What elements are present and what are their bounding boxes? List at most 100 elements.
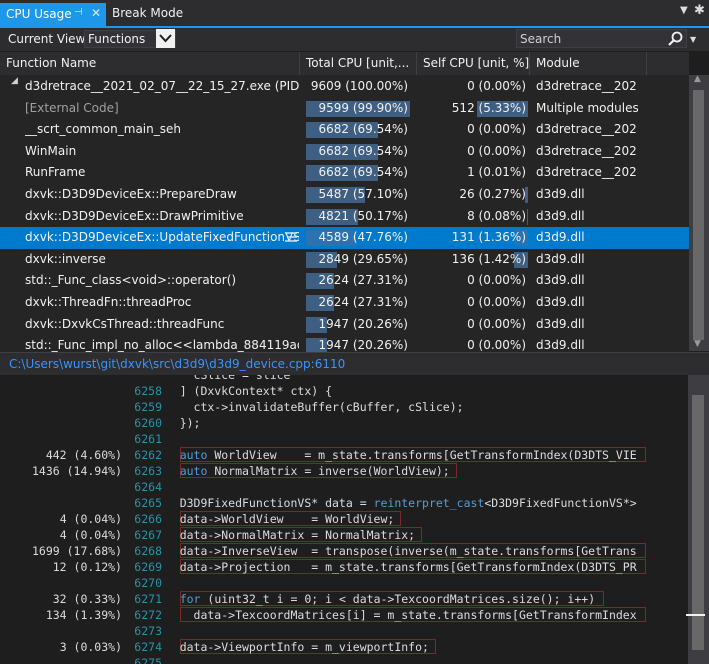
- self-cpu-value: 0 (0.00%): [467, 338, 526, 352]
- table-row[interactable]: ◢ d3dretrace__2021_02_07__22_15_27.exe (P…: [0, 76, 689, 98]
- table-row[interactable]: dxvk::ThreadFn::threadProc 2624 (27.31%) 0…: [0, 292, 689, 314]
- self-cpu-value: 0 (0.00%): [467, 122, 526, 137]
- search-icon[interactable]: [668, 31, 684, 47]
- total-cpu-cell: 1947 (20.26%): [306, 335, 410, 352]
- line-cpu-metric: 4 (0.04%): [59, 528, 122, 542]
- self-cpu-value: 1 (0.01%): [467, 165, 526, 180]
- column-header-self-cpu[interactable]: Self CPU [unit, %]: [417, 52, 530, 75]
- expand-triangle-icon[interactable]: ◢: [11, 76, 18, 86]
- code-line[interactable]: 6258 ] (DxvkContext* ctx) {: [0, 383, 688, 399]
- total-cpu-value: 4589 (47.76%): [318, 230, 408, 245]
- table-scrollbar-thumb[interactable]: [693, 90, 704, 340]
- total-cpu-cell: 5487 (57.10%): [306, 184, 410, 205]
- line-number: 6270: [134, 576, 162, 590]
- chevron-down-icon: [159, 34, 172, 43]
- table-row[interactable]: WinMain 6682 (69.54%) 0 (0.00%) d3dretrace_…: [0, 141, 689, 163]
- total-cpu-cell: 4821 (50.17%): [306, 206, 410, 227]
- search-options-icon[interactable]: ▼: [690, 35, 696, 44]
- code-line[interactable]: 6260 });: [0, 415, 688, 431]
- function-name: dxvk::D3D9DeviceEx::PrepareDraw: [25, 187, 237, 201]
- code-scrollbar-thumb[interactable]: [692, 395, 704, 650]
- function-table: Function Name Total CPU [unit,... Self C…: [0, 52, 689, 352]
- scroll-up-icon[interactable]: ▲: [694, 74, 701, 84]
- code-line[interactable]: 134 (1.39%) 6272 data->TexcoordMatrices[i…: [0, 607, 688, 623]
- function-name: WinMain: [25, 143, 77, 158]
- function-name: d3dretrace__2021_02_07__22_15_27.exe (PI…: [25, 79, 299, 93]
- code-line[interactable]: 1436 (14.94%) 6263 auto NormalMatrix = in…: [0, 463, 688, 479]
- code-text: ] (DxvkContext* ctx) {: [152, 384, 333, 398]
- scroll-down-icon[interactable]: ▼: [694, 339, 701, 349]
- table-row[interactable]: RunFrame 6682 (69.54%) 1 (0.01%) d3dretrace…: [0, 162, 689, 184]
- code-text: auto WorldView = m_state.transforms[GetT…: [179, 448, 637, 462]
- tab-cpu-usage[interactable]: CPU Usage ⊣ ✕: [0, 3, 106, 26]
- line-cpu-metric: 12 (0.12%): [52, 560, 122, 574]
- table-row[interactable]: dxvk::D3D9DeviceEx::UpdateFixedFunctionV…: [0, 227, 689, 249]
- column-header-function-name[interactable]: Function Name: [0, 52, 300, 75]
- total-cpu-value: 6682 (69.54%): [318, 143, 408, 158]
- self-cpu-cell: 136 (1.42%): [418, 249, 528, 270]
- table-row[interactable]: dxvk::DxvkCsThread::threadFunc 1947 (20.2…: [0, 314, 689, 336]
- code-line[interactable]: 442 (4.60%) 6262 auto WorldView = m_state…: [0, 447, 688, 463]
- code-line[interactable]: 6259 ctx->invalidateBuffer(cBuffer, cSli…: [0, 399, 688, 415]
- table-row[interactable]: __scrt_common_main_seh 6682 (69.54%) 0 (0.…: [0, 119, 689, 141]
- total-cpu-value: 9609 (100.00%): [310, 79, 408, 93]
- line-cpu-metric: 3 (0.03%): [59, 640, 122, 654]
- close-icon[interactable]: ✕: [91, 6, 101, 20]
- code-line[interactable]: 3 (0.03%) 6274 data->ViewportInfo = m_vie…: [0, 639, 688, 655]
- code-line[interactable]: 4 (0.04%) 6267 data->NormalMatrix = Norma…: [0, 527, 688, 543]
- total-cpu-cell: 6682 (69.54%): [306, 119, 410, 140]
- code-line[interactable]: 6265 D3D9FixedFunctionVS* data = reinter…: [0, 495, 688, 511]
- code-line[interactable]: 4 (0.04%) 6266 data->WorldView = WorldVie…: [0, 511, 688, 527]
- table-row[interactable]: dxvk::D3D9DeviceEx::PrepareDraw 5487 (57.…: [0, 184, 689, 206]
- code-text: data->WorldView = WorldView;: [152, 512, 395, 526]
- table-row[interactable]: std::_Func_impl_no_alloc<<lambda_884119a…: [0, 335, 689, 352]
- column-header-total-cpu[interactable]: Total CPU [unit,...: [300, 52, 417, 75]
- total-cpu-cell: 9609 (100.00%): [306, 76, 410, 97]
- code-line[interactable]: 6261: [0, 431, 688, 447]
- total-cpu-cell: 2624 (27.31%): [306, 270, 410, 291]
- chevron-down-icon[interactable]: ▼: [680, 5, 688, 16]
- total-cpu-value: 4821 (50.17%): [318, 208, 408, 223]
- line-cpu-metric: 4 (0.04%): [59, 512, 122, 526]
- table-row[interactable]: [External Code] 9599 (99.90%) 512 (5.33%) M…: [0, 98, 689, 120]
- self-cpu-cell: 0 (0.00%): [418, 292, 528, 313]
- table-row[interactable]: std::_Func_class<void>::operator() 2624 (…: [0, 270, 689, 292]
- code-line[interactable]: cSlice = slice: [0, 375, 688, 383]
- module-name: d3d9.dll: [536, 208, 585, 223]
- self-cpu-cell: 0 (0.00%): [418, 270, 528, 291]
- code-line[interactable]: 1699 (17.68%) 6268 data->InverseView = tr…: [0, 543, 688, 559]
- module-name: Multiple modules: [536, 100, 638, 115]
- total-cpu-value: 1947 (20.26%): [318, 316, 408, 331]
- source-lines-icon[interactable]: [285, 232, 297, 243]
- code-line[interactable]: 32 (0.33%) 6271 for (uint32_t i = 0; i < …: [0, 591, 688, 607]
- total-cpu-value: 5487 (57.10%): [318, 187, 408, 201]
- module-name: d3dretrace__2021...: [536, 165, 638, 180]
- line-cpu-metric: 134 (1.39%): [45, 608, 122, 622]
- code-text: data->ViewportInfo = m_viewportInfo;: [152, 640, 429, 654]
- code-line[interactable]: 12 (0.12%) 6269 data->Projection = m_stat…: [0, 559, 688, 575]
- code-text: });: [152, 416, 201, 430]
- self-cpu-cell: 0 (0.00%): [418, 141, 528, 162]
- source-code-view[interactable]: cSlice = slice 6258 ] (DxvkContext* ctx) …: [0, 375, 688, 664]
- current-view-dropdown-button[interactable]: [156, 29, 175, 48]
- module-name: d3d9.dll: [536, 316, 585, 331]
- module-name: d3d9.dll: [536, 295, 585, 309]
- column-header-module[interactable]: Module: [530, 52, 647, 75]
- pin-icon[interactable]: ⊣: [74, 7, 83, 18]
- code-line[interactable]: 6270: [0, 575, 688, 591]
- code-line[interactable]: 6264: [0, 479, 688, 495]
- tab-cpu-usage-label: CPU Usage: [6, 7, 72, 21]
- table-row[interactable]: dxvk::inverse 2849 (29.65%) 136 (1.42%) d3d…: [0, 249, 689, 271]
- code-text: ctx->invalidateBuffer(cBuffer, cSlice);: [152, 400, 464, 414]
- code-line[interactable]: 6273: [0, 623, 688, 639]
- source-path-link[interactable]: C:\Users\wurst\git\dxvk\src\d3d9\d3d9_de…: [9, 357, 345, 371]
- table-row[interactable]: dxvk::D3D9DeviceEx::DrawPrimitive 4821 (5…: [0, 206, 689, 228]
- self-cpu-value: 0 (0.00%): [467, 273, 526, 288]
- code-text: for (uint32_t i = 0; i < data->TexcoordM…: [179, 592, 596, 606]
- module-name: d3d9.dll: [536, 273, 585, 288]
- tab-break-mode[interactable]: Break Mode: [112, 6, 183, 20]
- search-input[interactable]: [516, 29, 687, 48]
- code-line[interactable]: 6275: [0, 655, 688, 664]
- self-cpu-cell: 131 (1.36%): [418, 227, 528, 248]
- gear-icon[interactable]: ✱: [694, 3, 705, 18]
